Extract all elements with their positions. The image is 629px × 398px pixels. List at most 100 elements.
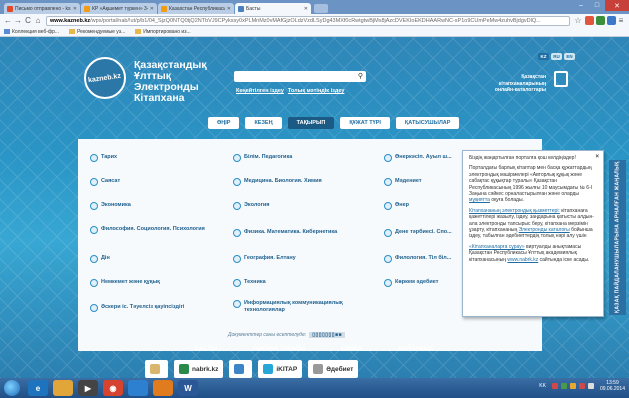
topic-item[interactable]: География. Елтану [233,255,296,263]
url-input[interactable]: www.kazneb.kz/wps/portal/nab/!ut/p/b1/04… [46,15,570,26]
bookmark-item[interactable]: Импортировано из... [135,29,191,35]
topic-item[interactable]: Әскери іс. Тәуелсіз қауіпсіздігі [90,304,184,312]
windows-taskbar: e ▶ ◉ W KK 13:59 09.06.2014 [0,378,629,398]
volume-icon[interactable] [587,383,594,389]
search-input[interactable]: ⚲ [234,71,366,82]
close-tab-icon[interactable]: ✕ [73,6,77,12]
partner-logos: nabrk.kz iKITAP Әдебиет [145,360,359,378]
nav-participants[interactable]: ҚАТЫСУШЫЛАР [395,117,460,129]
topic-item[interactable]: Тарих [90,154,117,162]
forward-icon[interactable]: → [13,16,23,25]
browser-tab-2[interactable]: КР «Ақшемет түркен» 3-... ✕ [81,3,157,14]
emblem-icon [150,364,160,374]
topic-item[interactable]: Информациялық коммуникациялық технология… [233,300,353,314]
tray-icon[interactable] [569,383,576,389]
extension-icon[interactable] [596,16,605,25]
footer-link-contact[interactable]: БАЙЛАНЫС [398,346,434,352]
home-icon[interactable]: ⌂ [33,16,43,25]
topic-item[interactable]: Немкемет және құқық [90,279,160,287]
nav-period[interactable]: КЕЗЕҢ [245,117,282,129]
topic-item[interactable]: Медицина. Биология. Химия [233,178,322,186]
chrome-icon[interactable]: ◉ [103,380,123,396]
topic-item[interactable]: Дін [90,255,110,263]
bookmark-item[interactable]: Рекомендуемые уз... [69,29,125,35]
close-tab-icon[interactable]: ✕ [227,6,231,12]
topic-item[interactable]: Физика. Математика. Кибернетика [233,229,337,237]
partner-logo[interactable]: Әдебиет [308,360,359,378]
topic-item[interactable]: Саясат [90,178,120,186]
topic-item[interactable]: Дене тәрбиесі. Спо... [384,229,452,237]
browser-tab-3[interactable]: Казахстан Республикасы...✕ [158,3,234,14]
topic-item[interactable]: Өнеркәсіп. Ауыл ш... [384,154,452,162]
explorer-icon[interactable] [53,380,73,396]
tray-icon[interactable] [560,383,567,389]
lang-en[interactable]: EN [564,53,575,60]
popup-link[interactable]: Кітапхананың электрондық қызметтері: [469,208,560,214]
partner-logo[interactable] [145,360,168,378]
popup-link[interactable]: Электронды каталоғы [519,227,570,233]
app-icon[interactable] [128,380,148,396]
literature-icon [313,364,324,374]
bookmark-item[interactable]: Коллекция веб-фр... [4,29,59,35]
browser-tab-bar: Письмо отправлено - ks... ✕ КР «Ақшемет т… [0,0,629,14]
topic-item[interactable]: Білім. Педагогика [233,154,292,162]
topic-item[interactable]: Көркем әдебиет [384,279,438,287]
reload-icon[interactable]: C [23,16,33,25]
close-tab-icon[interactable]: ✕ [304,6,308,12]
popup-link[interactable]: www.nabrk.kz [507,257,538,263]
partner-logo[interactable]: iKITAP [258,360,303,378]
topic-item[interactable]: Филология. Тіл біл... [384,255,451,263]
popup-link[interactable]: мұқиятта [469,197,490,203]
tray-icon[interactable] [551,383,558,389]
footer-link-home[interactable]: БАСТЫ [195,346,217,352]
close-icon[interactable]: × [595,154,599,160]
new-tab-button[interactable] [314,4,328,13]
clock[interactable]: 13:59 09.06.2014 [600,380,625,392]
fulltext-search-link[interactable]: Толық мәтіндік іздеу [288,88,344,94]
language-indicator[interactable]: KK [539,383,546,389]
partner-logo[interactable] [229,360,253,378]
extension-icon[interactable] [607,16,616,25]
popup-link[interactable]: «Кітапханаларға сұрау» [469,244,525,250]
maximize-icon[interactable]: □ [589,0,605,11]
nav-region[interactable]: ӨҢІР [208,117,240,129]
site-logo[interactable]: kazneb.kz [84,57,126,99]
topic-item[interactable]: Техника [233,279,266,287]
nav-topic[interactable]: ТАҚЫРЫП [287,117,335,129]
minimize-icon[interactable]: – [573,0,589,11]
extension-icon[interactable] [585,16,594,25]
footer-link-help[interactable]: КӨМЕК [341,346,362,352]
book-icon[interactable] [554,71,568,87]
topic-item[interactable]: Философия. Социология. Психология [90,226,220,234]
back-icon[interactable]: ← [3,16,13,25]
nav-doc-type[interactable]: ҚҰЖАТ ТҮРІ [340,117,390,129]
site-name: Қазақстандық Ұлттық Электронды Кітапхана [134,59,207,104]
topic-item[interactable]: Экология [233,202,269,210]
media-icon[interactable]: ▶ [78,380,98,396]
side-news-tab[interactable]: ҚАЗАҚ ПАЙДАЛАНУШЫЛАРЫНА АРНАЛҒАН ЖАҢАЛЫҚ [609,160,626,315]
close-tab-icon[interactable]: ✕ [150,6,154,12]
word-icon[interactable]: W [178,380,198,396]
system-tray: KK 13:59 09.06.2014 [539,380,625,392]
lang-ru[interactable]: RU [551,53,562,60]
advanced-search-link[interactable]: Кеңейтілген іздеу [236,88,284,94]
browser-tab-1[interactable]: Письмо отправлено - ks... ✕ [4,3,80,14]
topic-item[interactable]: Мәдениет [384,178,422,186]
close-window-icon[interactable]: ✕ [605,0,629,11]
catalogs-link[interactable]: Қазақстан кітапханаларының онлайн-катало… [486,74,546,94]
firefox-icon[interactable] [153,380,173,396]
start-button[interactable] [4,380,20,396]
browser-tab-4[interactable]: Басты ✕ [235,3,311,14]
topic-bullet-icon [233,300,241,308]
topic-item[interactable]: Өнер [384,202,409,210]
search-icon[interactable]: ⚲ [358,72,363,80]
star-icon[interactable]: ☆ [573,16,583,25]
tray-icon[interactable] [578,383,585,389]
topic-item[interactable]: Экономика [90,202,131,210]
lang-kz[interactable]: KZ [538,53,549,60]
topic-bullet-icon [384,279,392,287]
ie-icon[interactable]: e [28,380,48,396]
partner-logo[interactable]: nabrk.kz [174,360,224,378]
footer-link-about[interactable]: ПОРТАЛ ТУРАЛЫ [253,346,305,352]
menu-icon[interactable]: ≡ [616,16,626,25]
